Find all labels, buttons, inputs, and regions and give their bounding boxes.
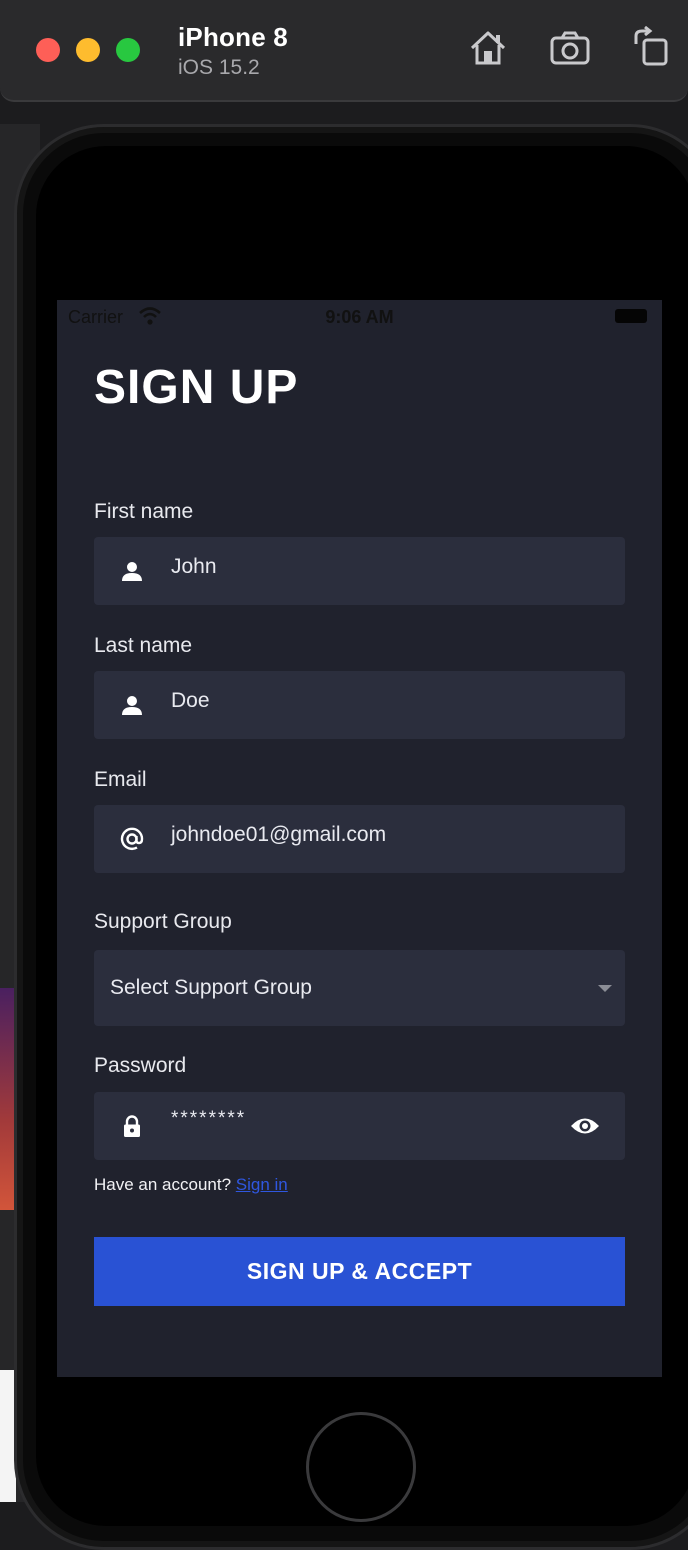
- email-label: Email: [94, 768, 147, 791]
- minimize-window-button[interactable]: [76, 38, 100, 62]
- device-name: iPhone 8: [178, 22, 288, 52]
- battery-icon: [615, 309, 647, 323]
- lock-icon: [124, 1115, 140, 1137]
- status-bar: Carrier 9:06 AM: [57, 300, 662, 334]
- home-button[interactable]: [306, 1412, 416, 1522]
- person-icon: [122, 696, 142, 715]
- email-field[interactable]: johndoe01@gmail.com: [94, 805, 625, 873]
- rotate-icon[interactable]: [628, 26, 672, 70]
- last-name-value: Doe: [171, 689, 210, 712]
- home-icon[interactable]: [466, 26, 510, 70]
- first-name-value: John: [171, 555, 217, 578]
- password-label: Password: [94, 1054, 187, 1077]
- eye-icon[interactable]: [570, 1114, 600, 1138]
- last-name-field[interactable]: Doe: [94, 671, 625, 739]
- simulator-titlebar: iPhone 8 iOS 15.2: [0, 0, 688, 102]
- close-window-button[interactable]: [36, 38, 60, 62]
- zoom-window-button[interactable]: [116, 38, 140, 62]
- at-icon: [120, 827, 144, 851]
- person-icon: [122, 562, 142, 581]
- last-name-label: Last name: [94, 634, 193, 657]
- chevron-down-icon: [598, 985, 612, 992]
- page-title: SIGN UP: [94, 361, 299, 414]
- have-account-text: Have an account? Sign in: [94, 1175, 288, 1195]
- app-screen: Carrier 9:06 AM SIGN UP First name John …: [57, 300, 662, 1377]
- status-time: 9:06 AM: [325, 307, 394, 327]
- password-value: ********: [171, 1108, 247, 1129]
- os-version: iOS 15.2: [178, 56, 260, 79]
- first-name-label: First name: [94, 500, 194, 523]
- screenshot-icon[interactable]: [548, 26, 592, 70]
- support-group-select[interactable]: Select Support Group: [94, 950, 625, 1026]
- email-value: johndoe01@gmail.com: [171, 823, 387, 846]
- first-name-field[interactable]: John: [94, 537, 625, 605]
- password-field[interactable]: ********: [94, 1092, 625, 1160]
- sign-up-accept-button[interactable]: SIGN UP & ACCEPT: [94, 1237, 625, 1306]
- sign-in-link[interactable]: Sign in: [236, 1175, 288, 1194]
- support-group-value: Select Support Group: [110, 976, 312, 999]
- support-group-label: Support Group: [94, 910, 232, 933]
- have-account-label: Have an account?: [94, 1175, 232, 1194]
